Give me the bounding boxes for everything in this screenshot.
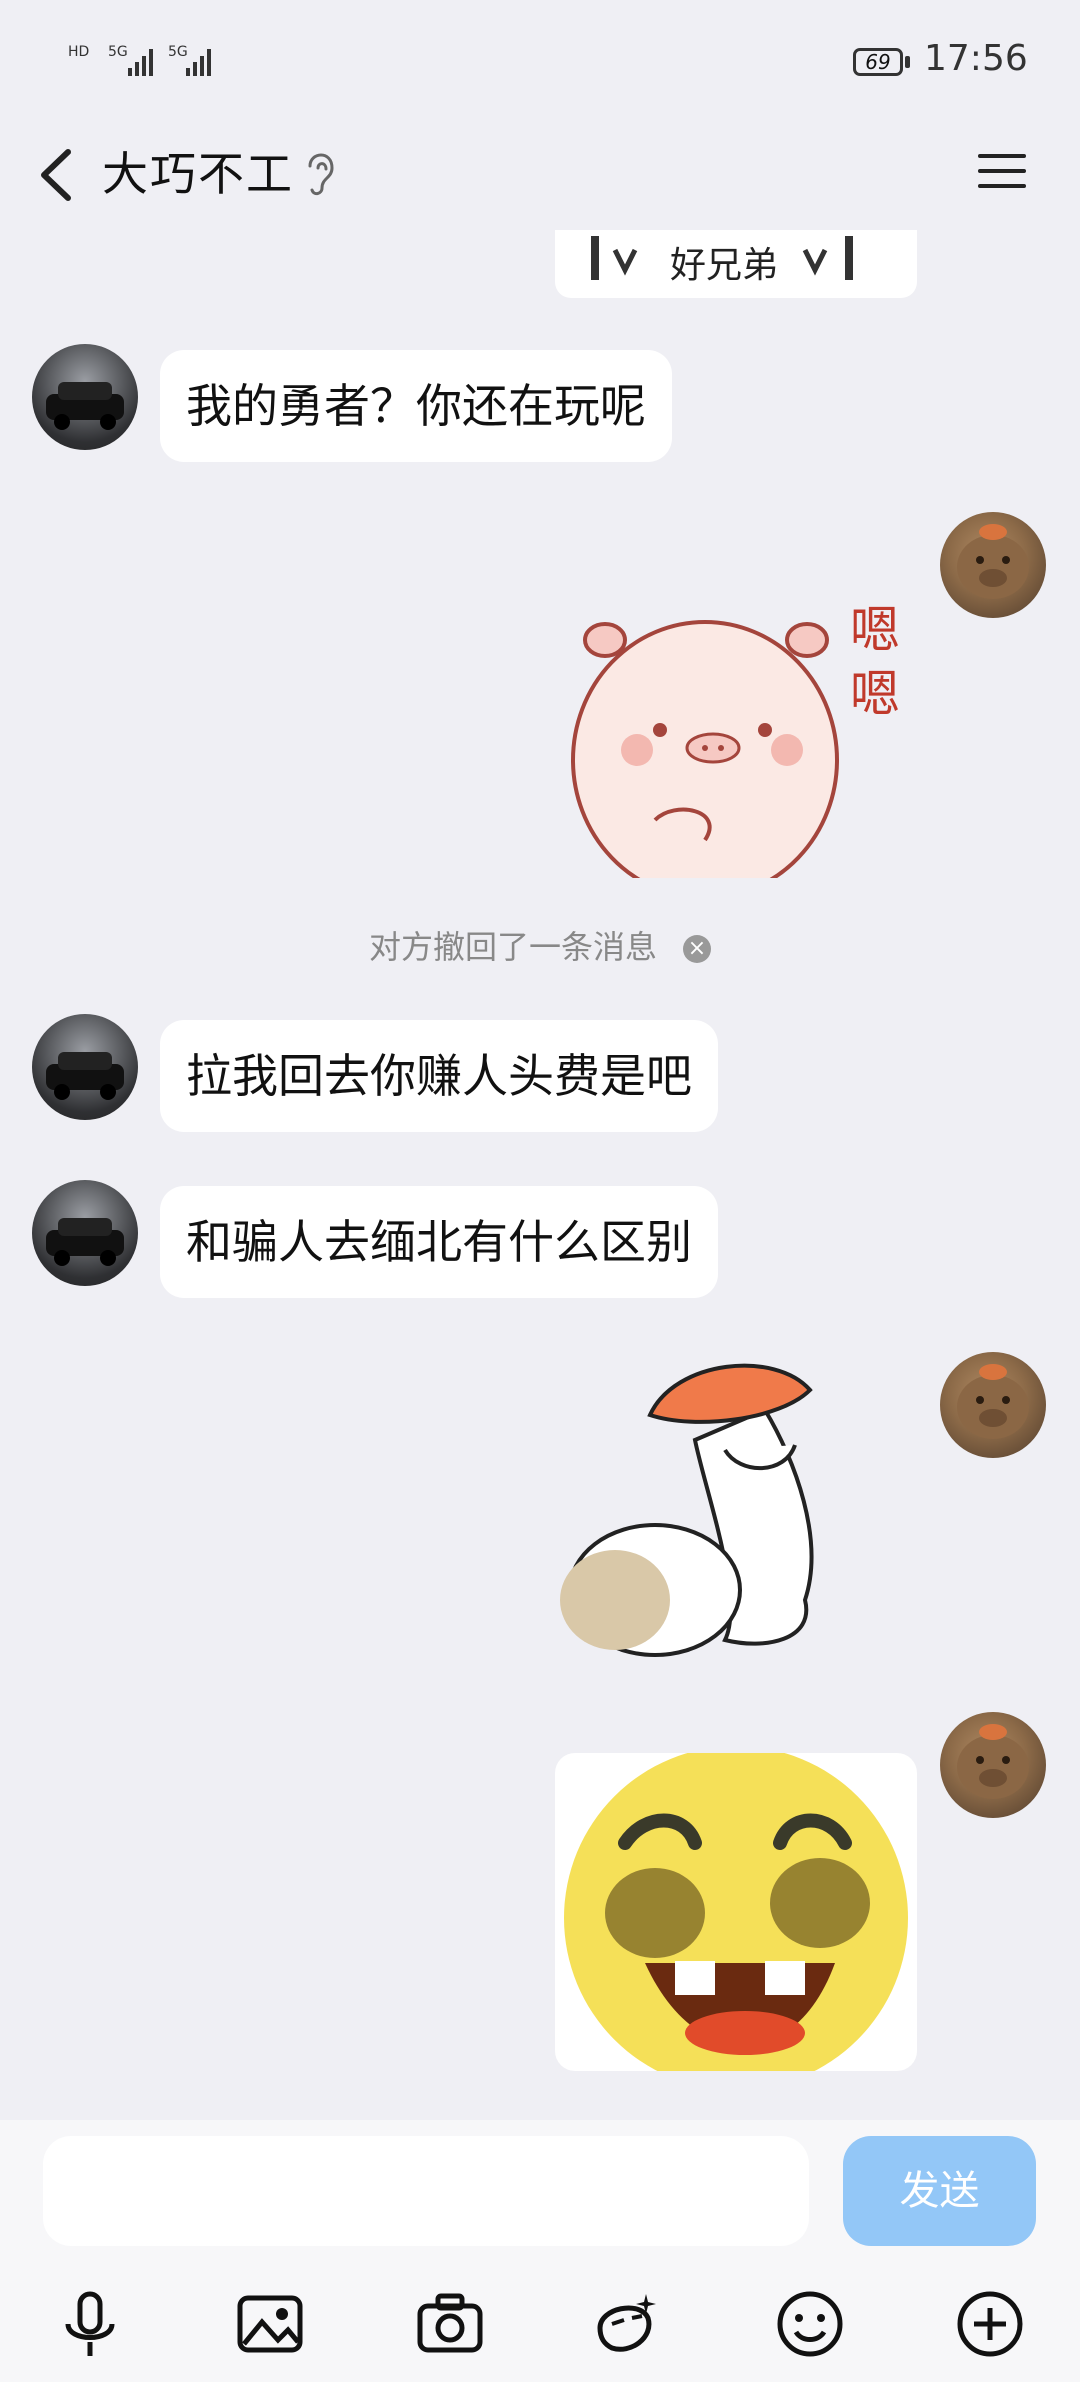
5g-indicator-1: 5G bbox=[108, 44, 128, 60]
capybara-image bbox=[957, 1724, 1029, 1799]
capybara-image bbox=[957, 1364, 1029, 1439]
sticker-laugh-emoji[interactable] bbox=[555, 1753, 917, 2071]
sticker-mushroom[interactable] bbox=[555, 1340, 917, 1688]
chat-title[interactable]: 大巧不工 bbox=[102, 138, 294, 204]
ear-icon[interactable] bbox=[300, 142, 340, 202]
5g-indicator-2: 5G bbox=[168, 44, 188, 60]
avatar-contact-3[interactable] bbox=[32, 1180, 138, 1286]
message-bubble-1[interactable]: 我的勇者？你还在玩呢 bbox=[160, 350, 672, 462]
back-icon[interactable] bbox=[30, 130, 90, 220]
sticker-haoxiongdi[interactable]: 好兄弟 bbox=[555, 230, 917, 298]
chat-header: 大巧不工 bbox=[0, 120, 1080, 230]
magic-face-icon[interactable] bbox=[590, 2288, 662, 2360]
hd-indicator: HD bbox=[68, 44, 90, 60]
microphone-icon[interactable] bbox=[54, 2288, 126, 2360]
avatar-contact-2[interactable] bbox=[32, 1014, 138, 1120]
capybara-image bbox=[957, 524, 1029, 599]
menu-icon[interactable] bbox=[972, 140, 1032, 200]
message-input[interactable] bbox=[43, 2136, 809, 2246]
avatar-self-2[interactable] bbox=[940, 1352, 1046, 1458]
message-bubble-3[interactable]: 和骗人去缅北有什么区别 bbox=[160, 1186, 718, 1298]
battery-icon: 69 bbox=[853, 48, 903, 76]
avatar-self[interactable] bbox=[940, 512, 1046, 618]
recall-notice: 对方撤回了一条消息 × bbox=[0, 922, 1080, 968]
close-icon[interactable]: × bbox=[683, 935, 711, 963]
message-bubble-2[interactable]: 拉我回去你赚人头费是吧 bbox=[160, 1020, 718, 1132]
emoji-icon[interactable] bbox=[774, 2288, 846, 2360]
sticker-pig[interactable]: 嗯嗯 bbox=[555, 560, 917, 900]
image-icon[interactable] bbox=[234, 2288, 306, 2360]
message-list[interactable]: 好兄弟 我的勇者？你还在玩呢 嗯嗯 对方撤回了一条消息 × 拉我回去你赚人头费是吧 bbox=[0, 230, 1080, 2120]
car-image bbox=[46, 1218, 124, 1266]
car-image bbox=[46, 382, 124, 430]
send-button[interactable]: 发送 bbox=[843, 2136, 1036, 2246]
avatar-contact[interactable] bbox=[32, 344, 138, 450]
recall-text: 对方撤回了一条消息 bbox=[368, 928, 657, 966]
plus-icon[interactable] bbox=[954, 2288, 1026, 2360]
mushroom-art bbox=[560, 1363, 814, 1657]
battery-tip bbox=[905, 56, 910, 68]
sticker-caption: 好兄弟 bbox=[670, 245, 779, 286]
avatar-self-3[interactable] bbox=[940, 1712, 1046, 1818]
camera-icon[interactable] bbox=[414, 2288, 486, 2360]
status-bar: HD 5G 5G 69 17:56 bbox=[0, 0, 1080, 120]
signal-bars-icon-2 bbox=[186, 49, 211, 76]
sticker-pig-text: 嗯嗯 bbox=[850, 601, 900, 723]
laugh-emoji-art bbox=[564, 1753, 908, 2071]
input-bar: 发送 bbox=[0, 2120, 1080, 2382]
clock: 17:56 bbox=[924, 38, 1028, 79]
signal-bars-icon bbox=[128, 49, 153, 76]
car-image bbox=[46, 1052, 124, 1100]
